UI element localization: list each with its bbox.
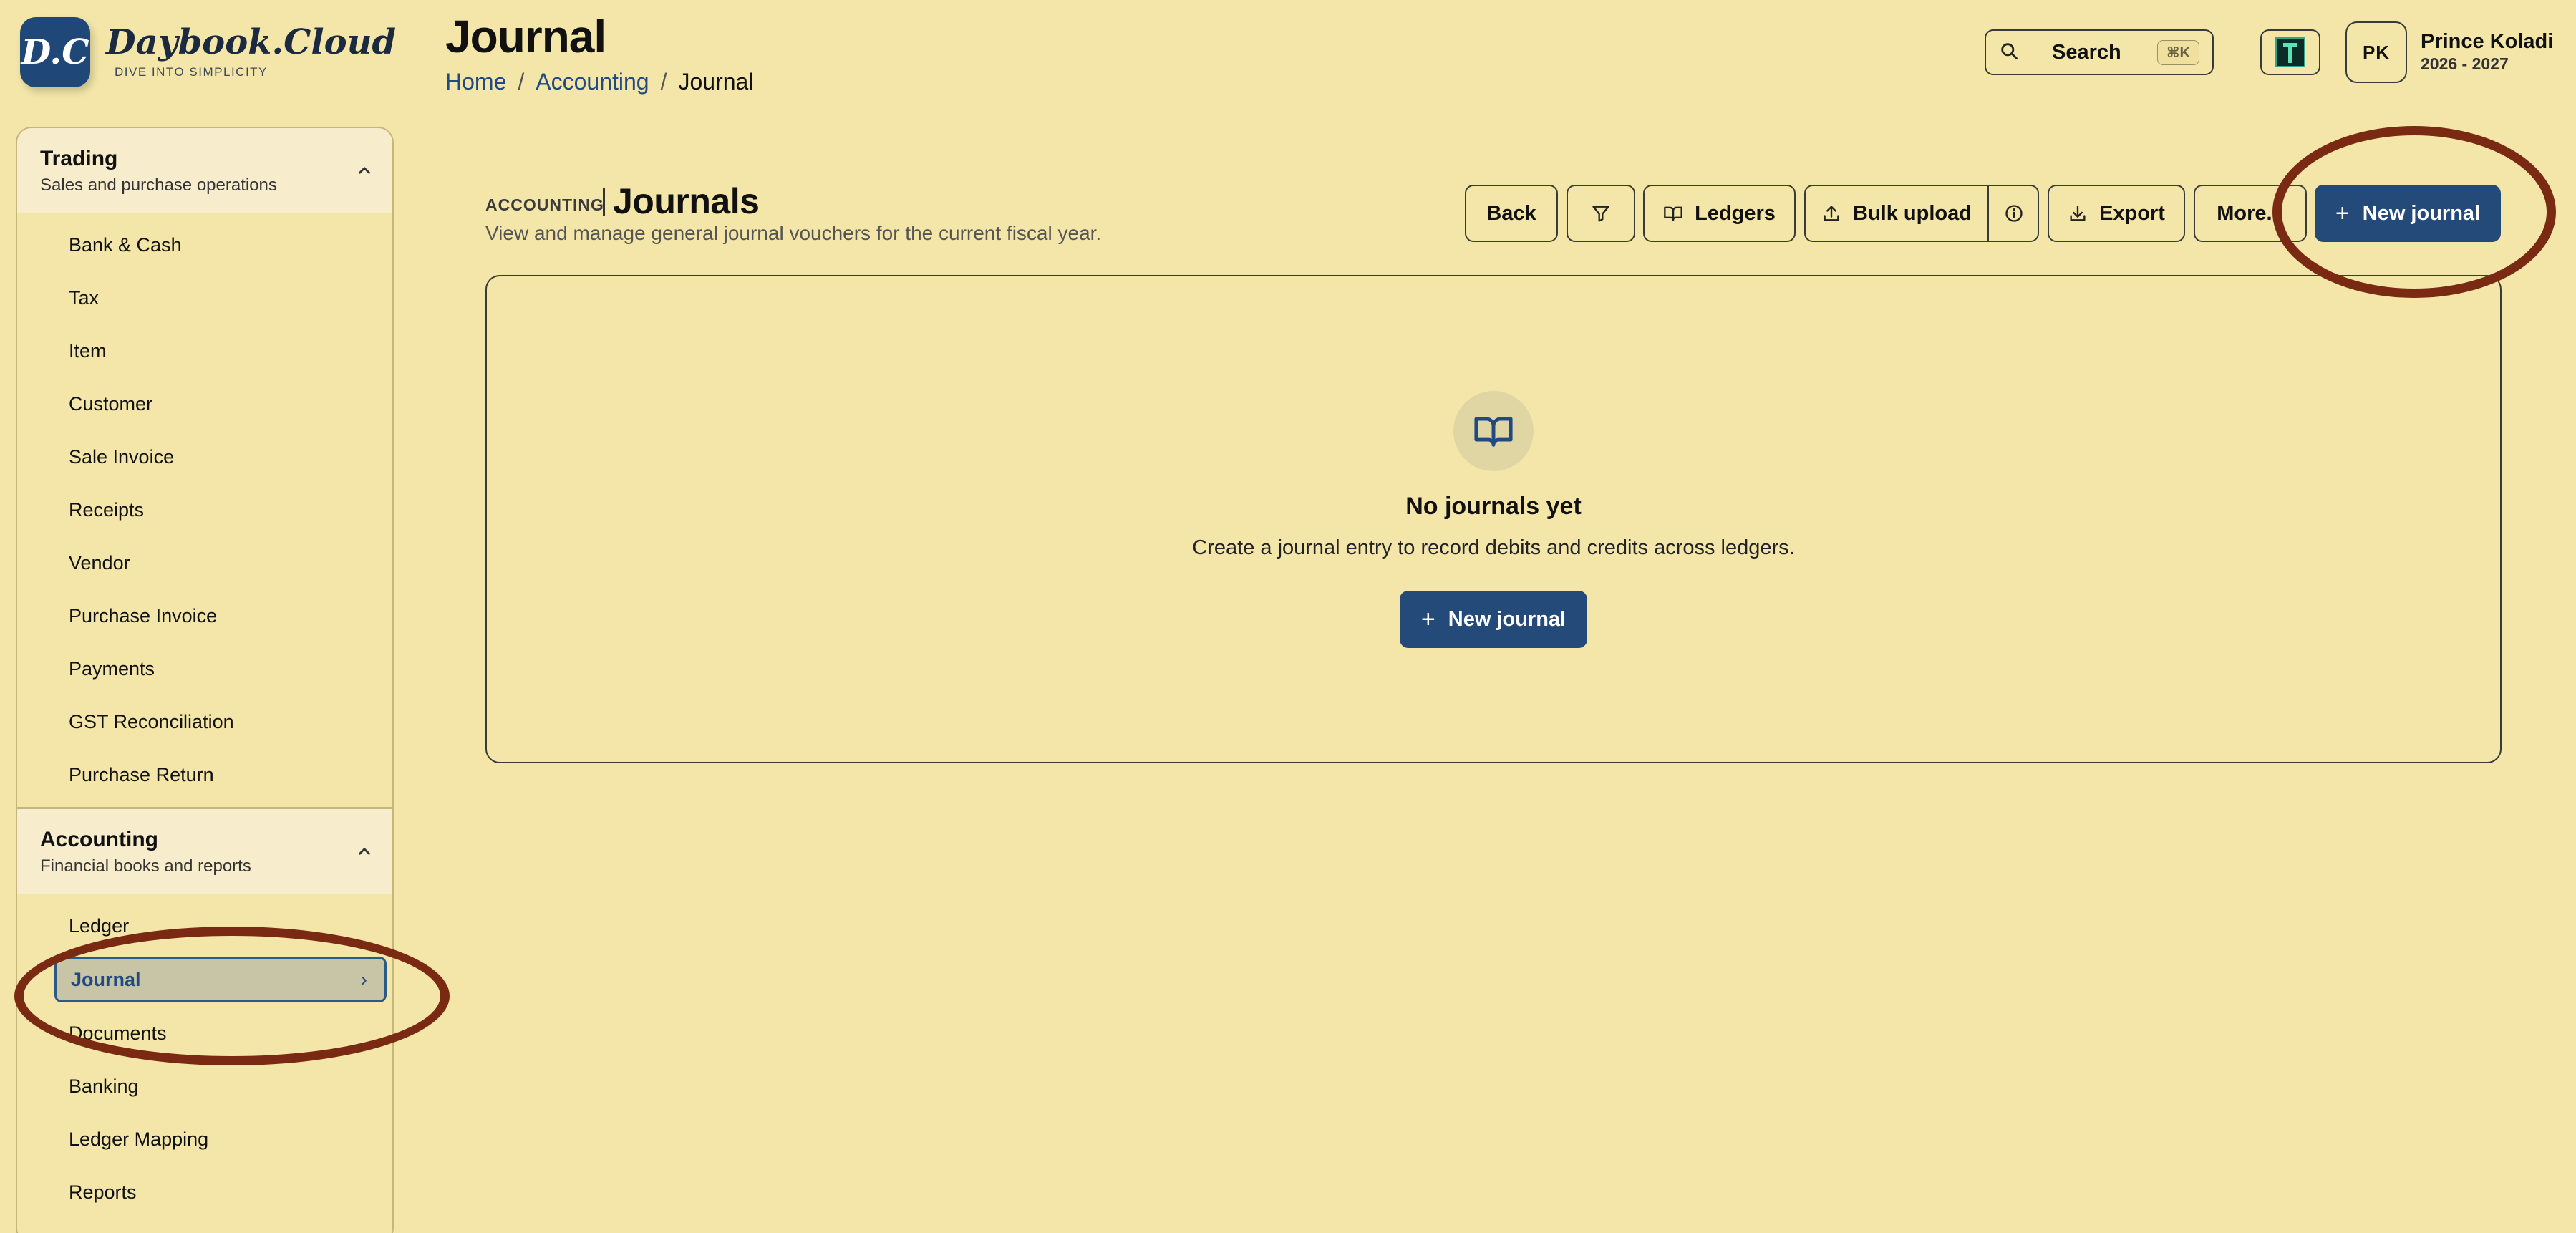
breadcrumb-separator: / bbox=[518, 69, 525, 95]
bulk-upload-label: Bulk upload bbox=[1853, 201, 1972, 225]
sidebar-item-sale-invoice[interactable]: Sale Invoice bbox=[17, 430, 392, 483]
chevron-up-icon bbox=[359, 167, 370, 174]
section-description: View and manage general journal vouchers… bbox=[485, 222, 1102, 244]
empty-state-new-journal-button[interactable]: + New journal bbox=[1400, 591, 1587, 648]
sidebar-item-tax[interactable]: Tax bbox=[17, 271, 392, 324]
sidebar-item-documents[interactable]: Documents bbox=[17, 1007, 392, 1060]
bulk-upload-info-button[interactable] bbox=[1989, 186, 2039, 241]
sidebar-item-bank-cash[interactable]: Bank & Cash bbox=[17, 218, 392, 271]
sidebar-group-subtitle: Financial books and reports bbox=[40, 856, 251, 876]
sidebar-item-reports[interactable]: Reports bbox=[17, 1166, 392, 1219]
sidebar-item-ledger-mapping[interactable]: Ledger Mapping bbox=[17, 1113, 392, 1166]
breadcrumb: Home / Accounting / Journal bbox=[445, 69, 753, 95]
search-label: Search bbox=[2052, 40, 2121, 64]
sidebar-item-ledger[interactable]: Ledger bbox=[17, 899, 392, 952]
sidebar-item-payments[interactable]: Payments bbox=[17, 642, 392, 695]
sidebar-group-subtitle: Sales and purchase operations bbox=[40, 175, 277, 195]
filter-icon bbox=[1592, 206, 1609, 222]
brand-name: Daybook.Cloud bbox=[106, 22, 397, 62]
ledgers-button[interactable]: Ledgers bbox=[1643, 185, 1796, 242]
sidebar-group-accounting[interactable]: Accounting Financial books and reports bbox=[17, 809, 392, 894]
breadcrumb-separator: / bbox=[660, 69, 667, 95]
search-shortcut: ⌘K bbox=[2157, 39, 2199, 65]
plus-icon: + bbox=[1420, 605, 1435, 633]
sidebar-item-gst-reconciliation[interactable]: GST Reconciliation bbox=[17, 695, 392, 748]
search-button[interactable]: Search ⌘K bbox=[1985, 29, 2214, 75]
empty-state-icon-wrap bbox=[1453, 391, 1534, 471]
back-button[interactable]: Back bbox=[1465, 185, 1558, 242]
fiscal-year: 2026 - 2027 bbox=[2421, 54, 2509, 73]
sidebar-item-banking[interactable]: Banking bbox=[17, 1060, 392, 1113]
brand-logo: D.C bbox=[20, 17, 90, 87]
chevron-up-icon bbox=[359, 848, 370, 855]
section-title: Journals bbox=[613, 181, 760, 221]
sidebar-item-label: Journal bbox=[71, 968, 141, 990]
sidebar-group-trading[interactable]: Trading Sales and purchase operations bbox=[17, 128, 392, 213]
sidebar-group-title: Trading bbox=[40, 147, 118, 170]
sidebar: Trading Sales and purchase operations Ba… bbox=[16, 127, 394, 1233]
section-kicker: ACCOUNTING bbox=[485, 195, 604, 214]
search-icon bbox=[1999, 41, 2019, 64]
sidebar-item-item[interactable]: Item bbox=[17, 324, 392, 377]
empty-state-title: No journals yet bbox=[1405, 493, 1582, 520]
chevron-right-icon: › bbox=[360, 968, 367, 990]
theme-icon bbox=[2275, 37, 2305, 67]
sidebar-list-accounting: Ledger Journal › Documents Banking Ledge… bbox=[17, 894, 392, 1224]
new-journal-button[interactable]: + New journal bbox=[2315, 185, 2501, 242]
book-icon bbox=[1664, 206, 1682, 221]
sidebar-item-purchase-invoice[interactable]: Purchase Invoice bbox=[17, 589, 392, 642]
empty-state-cta-label: New journal bbox=[1448, 607, 1567, 631]
book-open-icon bbox=[1474, 417, 1513, 447]
bulk-upload-button[interactable]: Bulk upload bbox=[1806, 186, 1987, 241]
more-button[interactable]: More... bbox=[2194, 185, 2307, 242]
sidebar-item-customer[interactable]: Customer bbox=[17, 377, 392, 430]
breadcrumb-current: Journal bbox=[678, 69, 754, 95]
avatar[interactable]: PK bbox=[2345, 21, 2407, 83]
section-divider bbox=[603, 188, 605, 216]
page-title: Journal bbox=[445, 11, 606, 62]
brand[interactable]: D.C Daybook.Cloud DIVE INTO SIMPLICITY bbox=[20, 17, 396, 87]
export-button[interactable]: Export bbox=[2048, 185, 2185, 242]
theme-button[interactable] bbox=[2260, 29, 2320, 75]
more-label: More... bbox=[2217, 201, 2284, 225]
export-label: Export bbox=[2099, 201, 2165, 225]
app-root: D.C Daybook.Cloud DIVE INTO SIMPLICITY J… bbox=[0, 0, 2576, 1233]
user-name: Prince Koladi bbox=[2421, 30, 2554, 53]
upload-icon bbox=[1824, 206, 1839, 221]
filter-button[interactable] bbox=[1567, 185, 1635, 242]
bulk-upload-group: Bulk upload bbox=[1804, 185, 2039, 242]
sidebar-item-journal[interactable]: Journal › bbox=[54, 957, 387, 1002]
download-icon bbox=[2070, 206, 2086, 221]
plus-icon: + bbox=[2335, 199, 2350, 227]
breadcrumb-home[interactable]: Home bbox=[445, 69, 506, 95]
new-journal-label: New journal bbox=[2362, 201, 2481, 225]
breadcrumb-accounting[interactable]: Accounting bbox=[536, 69, 649, 95]
back-label: Back bbox=[1486, 201, 1536, 225]
info-icon bbox=[2005, 205, 2023, 222]
sidebar-item-purchase-return[interactable]: Purchase Return bbox=[17, 748, 392, 801]
empty-state-description: Create a journal entry to record debits … bbox=[1192, 536, 1795, 559]
brand-tagline: DIVE INTO SIMPLICITY bbox=[115, 65, 268, 79]
sidebar-group-title: Accounting bbox=[40, 828, 158, 851]
ledgers-label: Ledgers bbox=[1695, 201, 1776, 225]
